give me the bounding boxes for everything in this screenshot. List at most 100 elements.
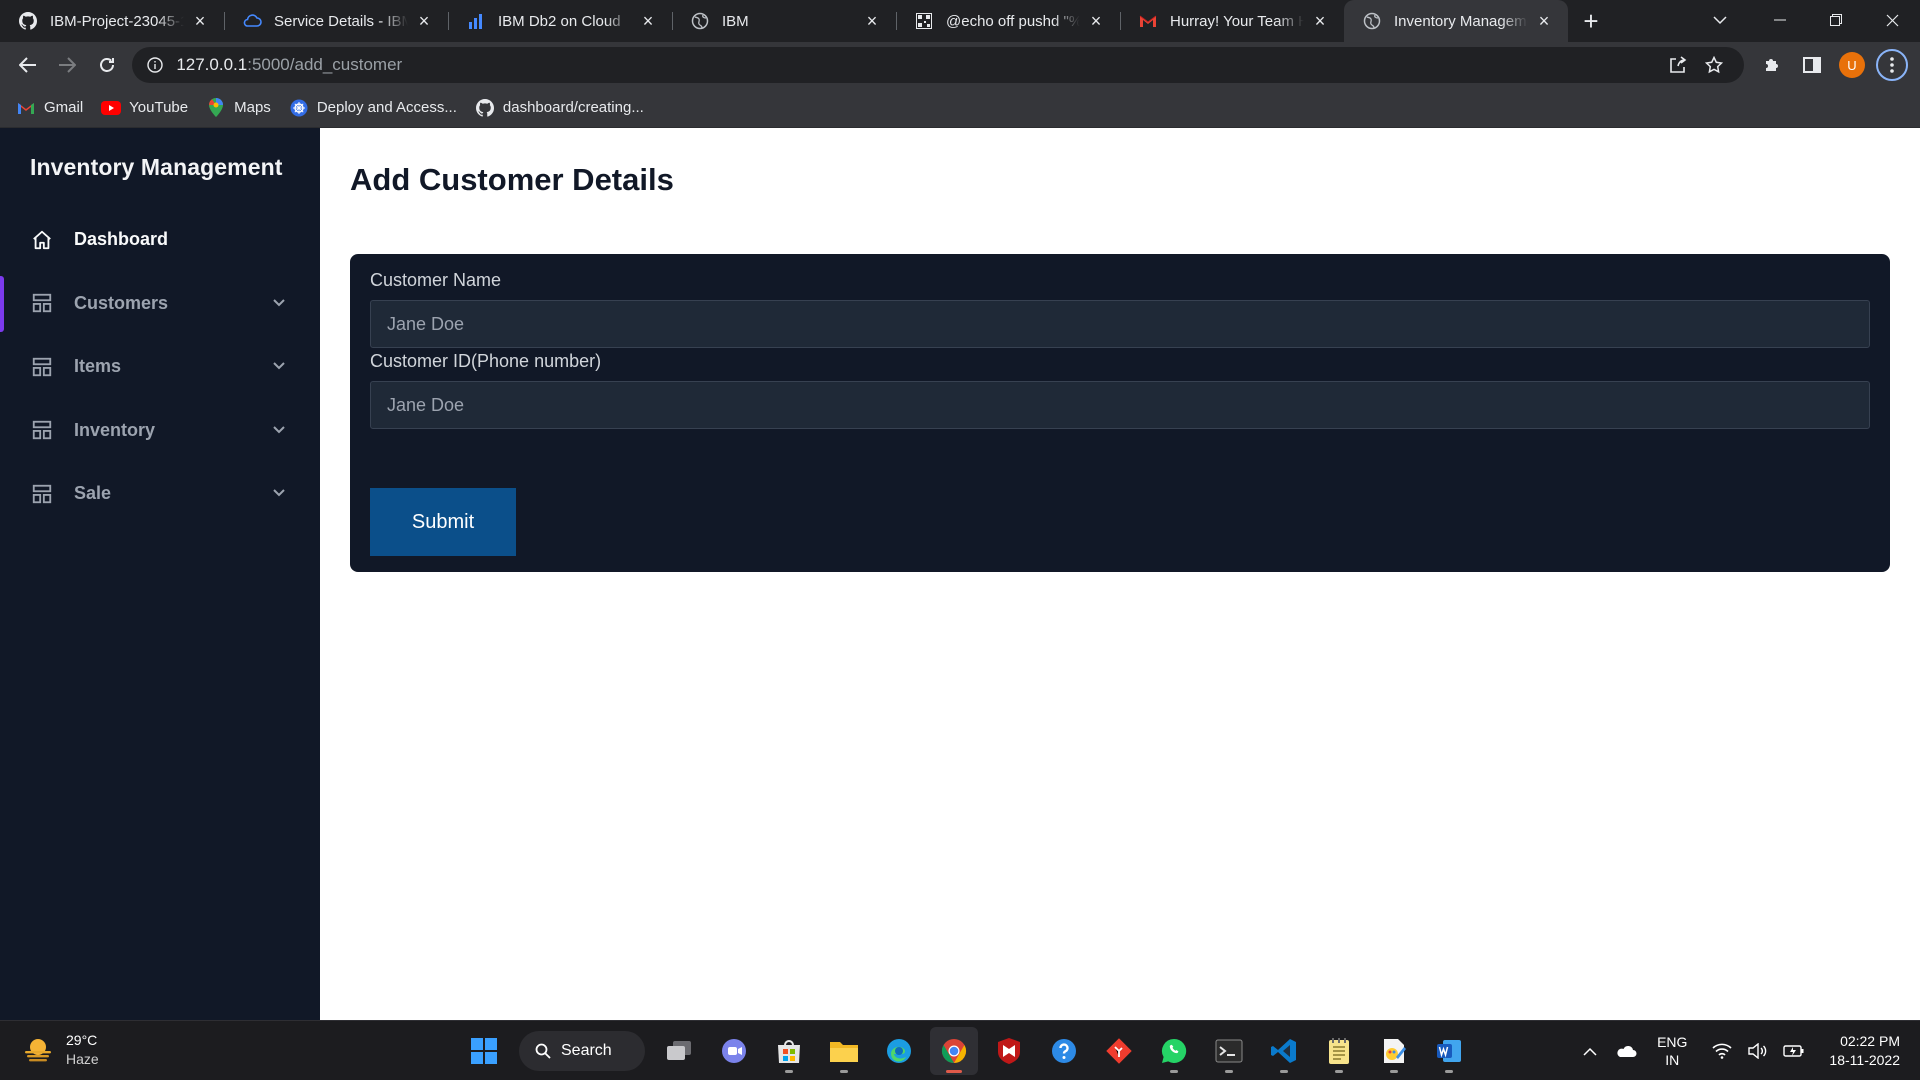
chevron-down-icon[interactable] — [270, 484, 288, 502]
browser-tab[interactable]: IBM Db2 on Cloud × — [448, 0, 672, 42]
sidebar-item-items[interactable]: Items — [0, 335, 320, 399]
weather-temp: 29°C — [66, 1032, 98, 1048]
edge-icon[interactable] — [875, 1027, 923, 1075]
browser-tab[interactable]: @echo off pushd "%~dp0" × — [896, 0, 1120, 42]
gmail-icon — [1138, 11, 1158, 31]
sidebar-item-customers[interactable]: Customers — [0, 272, 320, 336]
chevron-down-icon[interactable] — [270, 294, 288, 312]
customer-id-input[interactable] — [370, 381, 1870, 429]
chrome-icon[interactable] — [930, 1027, 978, 1075]
close-icon[interactable]: × — [1534, 11, 1554, 31]
teams-chat-icon[interactable] — [710, 1027, 758, 1075]
chevron-down-icon[interactable] — [270, 357, 288, 375]
mcafee-icon[interactable] — [985, 1027, 1033, 1075]
chrome-menu-button[interactable] — [1872, 45, 1912, 85]
bookmark-star-icon[interactable] — [1696, 47, 1732, 83]
browser-tab[interactable]: IBM-Project-23045-1659 × — [0, 0, 224, 42]
whatsapp-icon[interactable] — [1150, 1027, 1198, 1075]
tab-search-chevron-icon[interactable] — [1700, 0, 1740, 40]
notepad-icon[interactable] — [1315, 1027, 1363, 1075]
site-info-icon[interactable] — [144, 54, 166, 76]
github-icon — [18, 11, 38, 31]
task-view-icon[interactable] — [655, 1027, 703, 1075]
bookmark-gmail[interactable]: Gmail — [16, 98, 83, 118]
close-icon[interactable]: × — [862, 11, 882, 31]
help-icon[interactable] — [1040, 1027, 1088, 1075]
share-icon[interactable] — [1660, 47, 1696, 83]
file-explorer-icon[interactable] — [820, 1027, 868, 1075]
volume-icon[interactable] — [1743, 1036, 1773, 1066]
forward-arrow-icon[interactable] — [47, 45, 86, 85]
submit-button[interactable]: Submit — [370, 488, 516, 556]
sidebar-item-dashboard[interactable]: Dashboard — [0, 208, 320, 272]
gmail-icon — [16, 98, 36, 118]
battery-icon[interactable] — [1779, 1036, 1809, 1066]
address-bar[interactable]: 127.0.0.1 :5000/add_customer — [132, 47, 1744, 83]
windows-taskbar: 29°C Haze Search ENG IN 02:22 PM 18-11-2… — [0, 1020, 1920, 1080]
close-icon[interactable]: × — [638, 11, 658, 31]
sidebar: Inventory Management Dashboard Customers… — [0, 128, 320, 1020]
git-icon[interactable] — [1095, 1027, 1143, 1075]
add-customer-form: Customer Name Customer ID(Phone number) … — [350, 254, 1890, 572]
taskbar-search[interactable]: Search — [519, 1031, 645, 1071]
bookmark-maps[interactable]: Maps — [206, 98, 271, 118]
github-icon — [475, 98, 495, 118]
customer-name-input[interactable] — [370, 300, 1870, 348]
search-icon — [535, 1043, 551, 1059]
browser-tab-active[interactable]: Inventory Management × — [1344, 0, 1568, 42]
bookmark-label: Deploy and Access... — [316, 99, 457, 116]
onedrive-cloud-icon[interactable] — [1611, 1036, 1641, 1066]
tab-title: IBM-Project-23045-1659 — [50, 12, 184, 30]
tab-title: IBM — [722, 12, 749, 30]
close-icon[interactable]: × — [1310, 11, 1330, 31]
terminal-icon[interactable] — [1205, 1027, 1253, 1075]
browser-tab[interactable]: Hurray! Your Team Has × — [1120, 0, 1344, 42]
bookmark-dashboard[interactable]: dashboard/creating... — [475, 98, 644, 118]
microsoft-store-icon[interactable] — [765, 1027, 813, 1075]
browser-toolbar: 127.0.0.1 :5000/add_customer U — [0, 42, 1920, 88]
paint-icon[interactable] — [1370, 1027, 1418, 1075]
weather-widget[interactable]: 29°C Haze — [22, 1031, 99, 1069]
bookmark-youtube[interactable]: YouTube — [101, 98, 188, 118]
sidebar-nav: Dashboard Customers Items Inventory Sale — [0, 208, 320, 526]
windows-start-icon[interactable] — [460, 1027, 508, 1075]
back-arrow-icon[interactable] — [8, 45, 47, 85]
word-icon[interactable] — [1425, 1027, 1473, 1075]
system-tray: ENG IN 02:22 PM 18-11-2022 — [1569, 1029, 1900, 1073]
wifi-icon[interactable] — [1707, 1036, 1737, 1066]
table-icon — [30, 291, 54, 315]
close-icon[interactable]: × — [414, 11, 434, 31]
taskbar-clock[interactable]: 02:22 PM 18-11-2022 — [1829, 1032, 1900, 1070]
close-window-icon[interactable] — [1864, 0, 1920, 40]
table-icon — [30, 482, 54, 506]
haze-sun-icon — [22, 1034, 54, 1066]
close-icon[interactable]: × — [1086, 11, 1106, 31]
profile-avatar[interactable]: U — [1832, 45, 1872, 85]
kubernetes-icon — [289, 98, 309, 118]
vscode-icon[interactable] — [1260, 1027, 1308, 1075]
side-panel-icon[interactable] — [1792, 45, 1832, 85]
new-tab-button[interactable]: + — [1570, 0, 1612, 42]
chevron-down-icon[interactable] — [270, 421, 288, 439]
bookmark-label: dashboard/creating... — [502, 99, 644, 116]
app-brand[interactable]: Inventory Management — [30, 154, 283, 181]
extensions-puzzle-icon[interactable] — [1752, 45, 1792, 85]
globe-icon — [1362, 11, 1382, 31]
sidebar-item-inventory[interactable]: Inventory — [0, 399, 320, 463]
browser-tab[interactable]: Service Details - IBM Cloud × — [224, 0, 448, 42]
qr-icon — [914, 11, 934, 31]
url-path: :5000/add_customer — [247, 55, 403, 74]
close-icon[interactable]: × — [190, 11, 210, 31]
minimize-icon[interactable] — [1752, 0, 1808, 40]
sidebar-item-sale[interactable]: Sale — [0, 462, 320, 526]
restore-icon[interactable] — [1808, 0, 1864, 40]
language-indicator[interactable]: ENG IN — [1657, 1033, 1687, 1069]
bookmark-deploy[interactable]: Deploy and Access... — [289, 98, 457, 118]
chevron-up-icon[interactable] — [1575, 1036, 1605, 1066]
youtube-icon — [101, 98, 122, 118]
bookmark-label: YouTube — [129, 99, 189, 116]
reload-icon[interactable] — [87, 45, 126, 85]
browser-tab[interactable]: IBM × — [672, 0, 896, 42]
customer-name-label: Customer Name — [370, 270, 502, 290]
weather-condition: Haze — [66, 1051, 99, 1067]
